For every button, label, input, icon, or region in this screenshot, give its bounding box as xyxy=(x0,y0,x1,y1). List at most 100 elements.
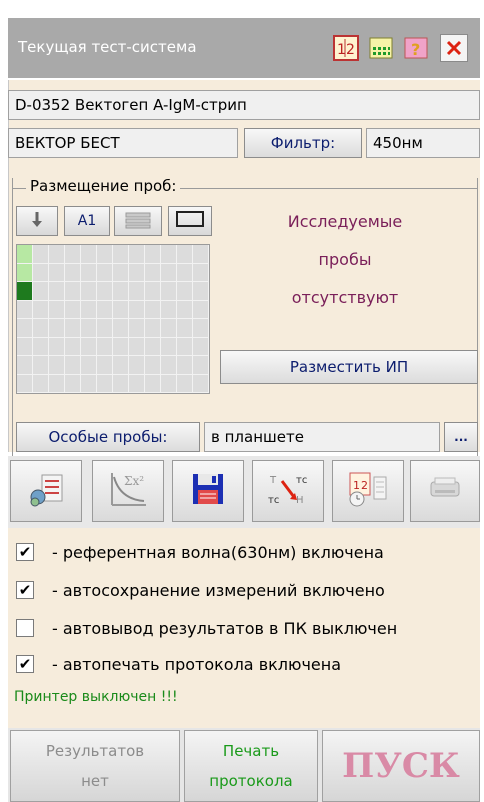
plate-well[interactable] xyxy=(177,356,193,375)
plate-well[interactable] xyxy=(129,300,145,319)
plate-well[interactable] xyxy=(81,337,97,356)
plate-well[interactable] xyxy=(33,300,49,319)
plate-well[interactable] xyxy=(177,337,193,356)
plate-well[interactable] xyxy=(97,245,113,264)
plate-well[interactable] xyxy=(113,263,129,282)
help-icon[interactable]: ? xyxy=(402,34,430,62)
plate-well[interactable] xyxy=(113,319,129,338)
autosave-checkbox[interactable]: ✔ xyxy=(16,581,34,599)
plate-well[interactable] xyxy=(145,374,161,393)
plate-well[interactable] xyxy=(177,263,193,282)
plate-grid[interactable] xyxy=(16,244,210,394)
plate-well[interactable] xyxy=(33,374,49,393)
more-button[interactable]: ... xyxy=(444,422,478,452)
close-icon[interactable] xyxy=(440,34,468,62)
arrow-down-tool[interactable] xyxy=(16,206,58,236)
plate-well[interactable] xyxy=(145,319,161,338)
option-reference-wave[interactable]: ✔ - референтная волна(630нм) включена xyxy=(16,540,384,564)
plate-well[interactable] xyxy=(17,374,33,393)
plate-well[interactable] xyxy=(49,337,65,356)
strip-tool[interactable] xyxy=(114,206,162,236)
kit-field[interactable]: ВЕКТОР БЕСТ xyxy=(8,128,238,158)
plate-well[interactable] xyxy=(193,319,209,338)
print-protocol-button[interactable]: Печать протокола xyxy=(184,730,318,802)
filter-value-field[interactable]: 450нм xyxy=(366,128,480,158)
plate-well[interactable] xyxy=(81,282,97,301)
plate-well[interactable] xyxy=(49,245,65,264)
start-button[interactable]: ПУСК xyxy=(322,730,480,802)
plate-well[interactable] xyxy=(97,374,113,393)
results-button[interactable]: Результатов нет xyxy=(10,730,180,802)
filter-button[interactable]: Фильтр: xyxy=(244,128,362,158)
place-samples-button[interactable]: Разместить ИП xyxy=(220,350,478,384)
plate-well[interactable] xyxy=(33,282,49,301)
plate-icon[interactable] xyxy=(367,34,395,62)
plate-well[interactable] xyxy=(161,356,177,375)
plate-well[interactable] xyxy=(193,245,209,264)
option-autoprint[interactable]: ✔ - автопечать протокола включена xyxy=(16,652,341,676)
plate-well[interactable] xyxy=(97,300,113,319)
plate-well[interactable] xyxy=(17,337,33,356)
plate-well[interactable] xyxy=(49,319,65,338)
plate-well[interactable] xyxy=(33,263,49,282)
plate-well[interactable] xyxy=(17,356,33,375)
plate-well[interactable] xyxy=(65,374,81,393)
calibration-button[interactable]: Σx² xyxy=(92,460,164,522)
plate-well[interactable] xyxy=(161,374,177,393)
list-config-button[interactable] xyxy=(10,460,82,522)
plate-well[interactable] xyxy=(193,263,209,282)
plate-well[interactable] xyxy=(81,263,97,282)
plate-well[interactable] xyxy=(65,319,81,338)
plate-well[interactable] xyxy=(97,337,113,356)
plate-well[interactable] xyxy=(81,319,97,338)
plate-well[interactable] xyxy=(81,300,97,319)
plate-well[interactable] xyxy=(33,337,49,356)
plate-well[interactable] xyxy=(161,282,177,301)
plate-well[interactable] xyxy=(129,337,145,356)
plate-well[interactable] xyxy=(145,245,161,264)
plate-well[interactable] xyxy=(193,356,209,375)
plate-well[interactable] xyxy=(177,374,193,393)
plate-well[interactable] xyxy=(161,300,177,319)
printer-button[interactable] xyxy=(410,460,480,522)
plate-well[interactable] xyxy=(161,337,177,356)
test-name-field[interactable]: D-0352 Вектогеп A-IgM-стрип xyxy=(8,90,480,120)
plate-well[interactable] xyxy=(33,356,49,375)
plate-well[interactable] xyxy=(17,300,33,319)
plate-well[interactable] xyxy=(177,245,193,264)
calendar-grid-icon[interactable]: 1 2 xyxy=(332,34,360,62)
plate-well[interactable] xyxy=(129,319,145,338)
plate-well[interactable] xyxy=(177,319,193,338)
plate-well[interactable] xyxy=(161,319,177,338)
plate-well[interactable] xyxy=(65,263,81,282)
plate-well[interactable] xyxy=(161,245,177,264)
plate-well[interactable] xyxy=(97,319,113,338)
plate-well[interactable] xyxy=(17,319,33,338)
plate-well[interactable] xyxy=(193,300,209,319)
plate-well[interactable] xyxy=(65,282,81,301)
plate-well[interactable] xyxy=(65,337,81,356)
timer-button[interactable]: 1 2 xyxy=(332,460,404,522)
plate-well[interactable] xyxy=(17,263,33,282)
plate-well[interactable] xyxy=(145,356,161,375)
special-samples-field[interactable]: в планшете xyxy=(204,422,440,452)
plate-well[interactable] xyxy=(49,300,65,319)
plate-well[interactable] xyxy=(81,374,97,393)
plate-well[interactable] xyxy=(145,263,161,282)
plate-well[interactable] xyxy=(113,374,129,393)
plate-well[interactable] xyxy=(65,356,81,375)
a1-tool[interactable]: A1 xyxy=(64,206,110,236)
plate-well[interactable] xyxy=(97,282,113,301)
plate-well[interactable] xyxy=(145,337,161,356)
plate-well[interactable] xyxy=(129,356,145,375)
reference-wave-checkbox[interactable]: ✔ xyxy=(16,543,34,561)
plate-well[interactable] xyxy=(33,319,49,338)
option-autoexport[interactable]: - автовывод результатов в ПК выключен xyxy=(16,616,397,640)
plate-well[interactable] xyxy=(97,356,113,375)
plate-well[interactable] xyxy=(81,245,97,264)
plate-well[interactable] xyxy=(113,282,129,301)
special-samples-button[interactable]: Особые пробы: xyxy=(16,422,200,452)
plate-well[interactable] xyxy=(65,300,81,319)
plate-well[interactable] xyxy=(113,245,129,264)
autoprint-checkbox[interactable]: ✔ xyxy=(16,655,34,673)
